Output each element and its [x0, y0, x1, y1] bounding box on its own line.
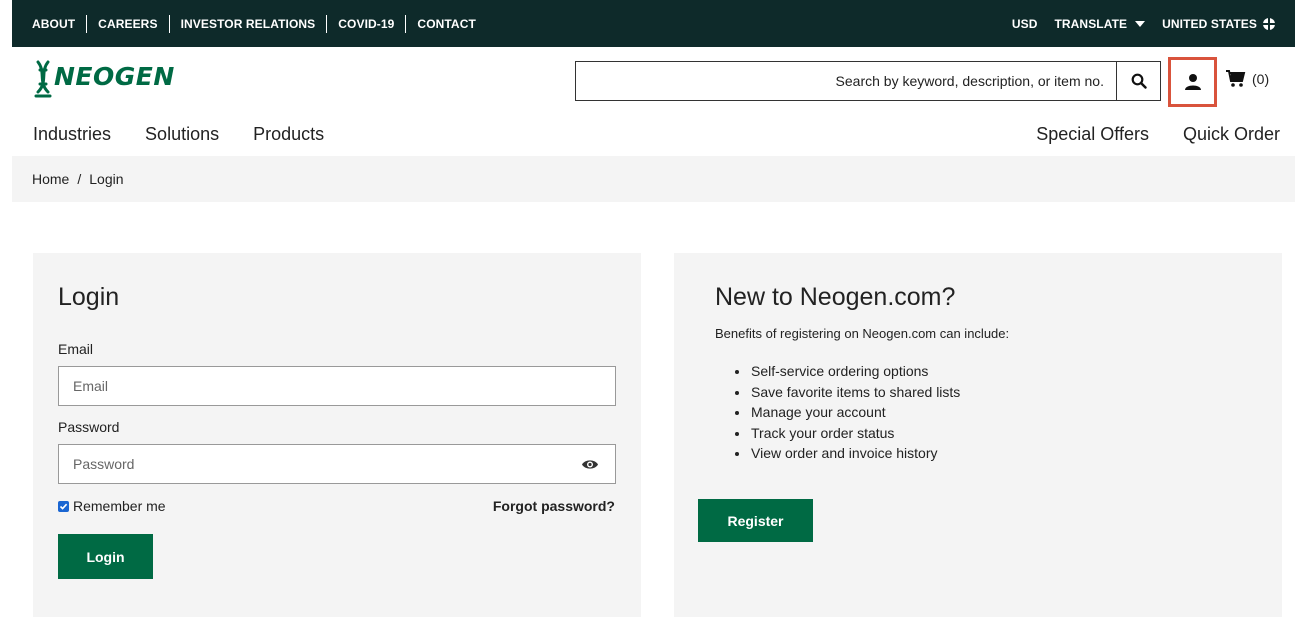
nav-solutions[interactable]: Solutions: [145, 124, 219, 145]
list-item: Track your order status: [733, 423, 960, 444]
register-intro: Benefits of registering on Neogen.com ca…: [715, 326, 1010, 341]
email-field-wrapper: [58, 366, 616, 406]
cart-count: (0): [1252, 71, 1270, 87]
email-label: Email: [58, 341, 94, 357]
checkbox-checked-icon: [58, 500, 69, 512]
region-label: UNITED STATES: [1162, 16, 1257, 31]
benefits-list: Self-service ordering options Save favor…: [733, 361, 960, 464]
translate-dropdown[interactable]: TRANSLATE: [1054, 16, 1146, 31]
divider: [326, 14, 328, 33]
password-field[interactable]: [59, 456, 615, 472]
cart-button[interactable]: (0): [1226, 70, 1269, 88]
logo-text: NEOGEN: [54, 62, 175, 91]
breadcrumb-current: Login: [89, 171, 124, 187]
register-panel: New to Neogen.com? Benefits of registeri…: [674, 253, 1282, 617]
nav-quick-order[interactable]: Quick Order: [1183, 124, 1280, 145]
register-title: New to Neogen.com?: [715, 283, 956, 311]
divider: [168, 14, 170, 33]
nav-products[interactable]: Products: [253, 124, 324, 145]
divider: [86, 14, 88, 33]
breadcrumb: Home / Login: [12, 156, 1295, 202]
list-item: Manage your account: [733, 402, 960, 423]
careers-link[interactable]: CAREERS: [98, 17, 157, 31]
divider: [405, 14, 407, 33]
top-utility-bar: ABOUT CAREERS INVESTOR RELATIONS COVID-1…: [12, 0, 1295, 47]
breadcrumb-home[interactable]: Home: [32, 171, 69, 187]
password-field-wrapper: [58, 444, 616, 484]
password-label: Password: [58, 419, 120, 435]
main-nav: Industries Solutions Products: [33, 124, 324, 145]
forgot-password-link[interactable]: Forgot password?: [493, 498, 615, 514]
region-selector[interactable]: UNITED STATES: [1162, 17, 1275, 31]
secondary-nav: Special Offers Quick Order: [1036, 124, 1280, 145]
remember-me-checkbox[interactable]: Remember me: [58, 498, 166, 514]
eye-icon: [582, 460, 598, 469]
search-icon: [1131, 73, 1147, 89]
about-link[interactable]: ABOUT: [32, 17, 75, 31]
login-panel: Login Email Password Remember me Forgot …: [33, 253, 641, 617]
caret-down-icon: [1135, 20, 1146, 27]
investor-relations-link[interactable]: INVESTOR RELATIONS: [181, 17, 316, 31]
list-item: View order and invoice history: [733, 443, 960, 464]
login-button[interactable]: Login: [58, 534, 153, 579]
login-title: Login: [58, 283, 120, 311]
email-field[interactable]: [59, 378, 615, 394]
nav-special-offers[interactable]: Special Offers: [1036, 124, 1149, 145]
translate-label: TRANSLATE: [1054, 16, 1128, 31]
search-bar: [575, 61, 1161, 101]
remember-me-label: Remember me: [73, 498, 166, 514]
currency-selector[interactable]: USD: [1012, 17, 1038, 31]
cart-icon: [1226, 70, 1246, 87]
neogen-logo[interactable]: NEOGEN: [32, 56, 197, 104]
globe-icon: [1263, 17, 1275, 30]
search-button[interactable]: [1116, 62, 1160, 100]
list-item: Save favorite items to shared lists: [733, 382, 960, 403]
contact-link[interactable]: CONTACT: [417, 17, 475, 31]
user-icon: [1184, 74, 1201, 90]
nav-industries[interactable]: Industries: [33, 124, 111, 145]
register-button[interactable]: Register: [698, 499, 813, 542]
utility-right: USD TRANSLATE UNITED STATES: [1012, 17, 1275, 31]
show-password-toggle[interactable]: [581, 458, 599, 476]
search-input[interactable]: [576, 62, 1116, 100]
account-button[interactable]: [1168, 57, 1217, 107]
utility-links: ABOUT CAREERS INVESTOR RELATIONS COVID-1…: [32, 14, 476, 33]
covid-19-link[interactable]: COVID-19: [338, 17, 394, 31]
list-item: Self-service ordering options: [733, 361, 960, 382]
breadcrumb-separator: /: [77, 171, 82, 187]
